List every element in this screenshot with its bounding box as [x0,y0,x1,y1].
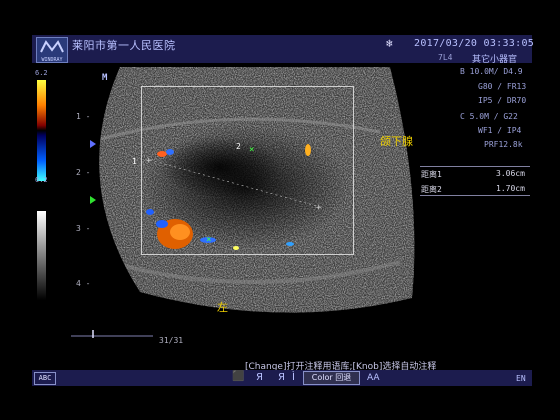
m-marker: M [102,73,108,83]
organ-label: 颌下腺 [380,135,413,148]
caliper-label-1: 1 [132,157,137,166]
param-b-mode: B 10.0M/ D4.9 [460,67,523,76]
color-scale-top: 6.2 [35,69,48,77]
probe-name: 7L4 [438,53,453,62]
snowflake-icon: ❄ [386,37,393,50]
tool-button-1[interactable]: Я [256,372,263,383]
exam-preset[interactable]: 其它小器官 [472,52,517,65]
color-scale-bar [37,80,46,181]
caliper-label-2: 2 [236,142,241,151]
hospital-name: 莱阳市第一人民医院 [72,39,176,52]
measurement-2-label: 距离2 [421,185,442,194]
font-size-button[interactable]: AA [367,373,380,383]
param-ips-dr: IP5 / DR70 [478,96,527,105]
color-roi-box[interactable] [141,86,354,255]
language-indicator[interactable]: EN [516,374,526,383]
param-wf-ip: WF1 / IP4 [478,126,522,135]
annotation-arrow-icon[interactable]: ⬛ [232,371,244,382]
measurement-divider-bottom [420,195,530,196]
frame-counter: 31/31 [159,336,184,345]
param-gain-fr: G80 / FR13 [478,82,527,91]
color-button[interactable]: Color 回退 [303,371,360,385]
param-prf: PRF12.8k [484,140,523,149]
tool-button-2[interactable]: Я [278,372,285,383]
measurement-2-value: 1.70cm [496,184,525,193]
date-time: 2017/03/20 03:33:05 [414,38,535,49]
gray-scale-bar [37,211,46,300]
abc-button[interactable]: ABC [34,372,56,385]
tool-button-3[interactable]: Ì [292,372,295,383]
measurement-divider-top [420,166,530,167]
measurement-1-value: 3.06cm [496,169,525,178]
cine-loop-slider[interactable] [71,330,153,338]
color-scale-bottom: 6.2 [35,176,48,184]
param-color: C 5.0M / G22 [460,112,518,121]
side-label: 左 [217,301,228,314]
measurement-1-label: 距离1 [421,170,442,179]
